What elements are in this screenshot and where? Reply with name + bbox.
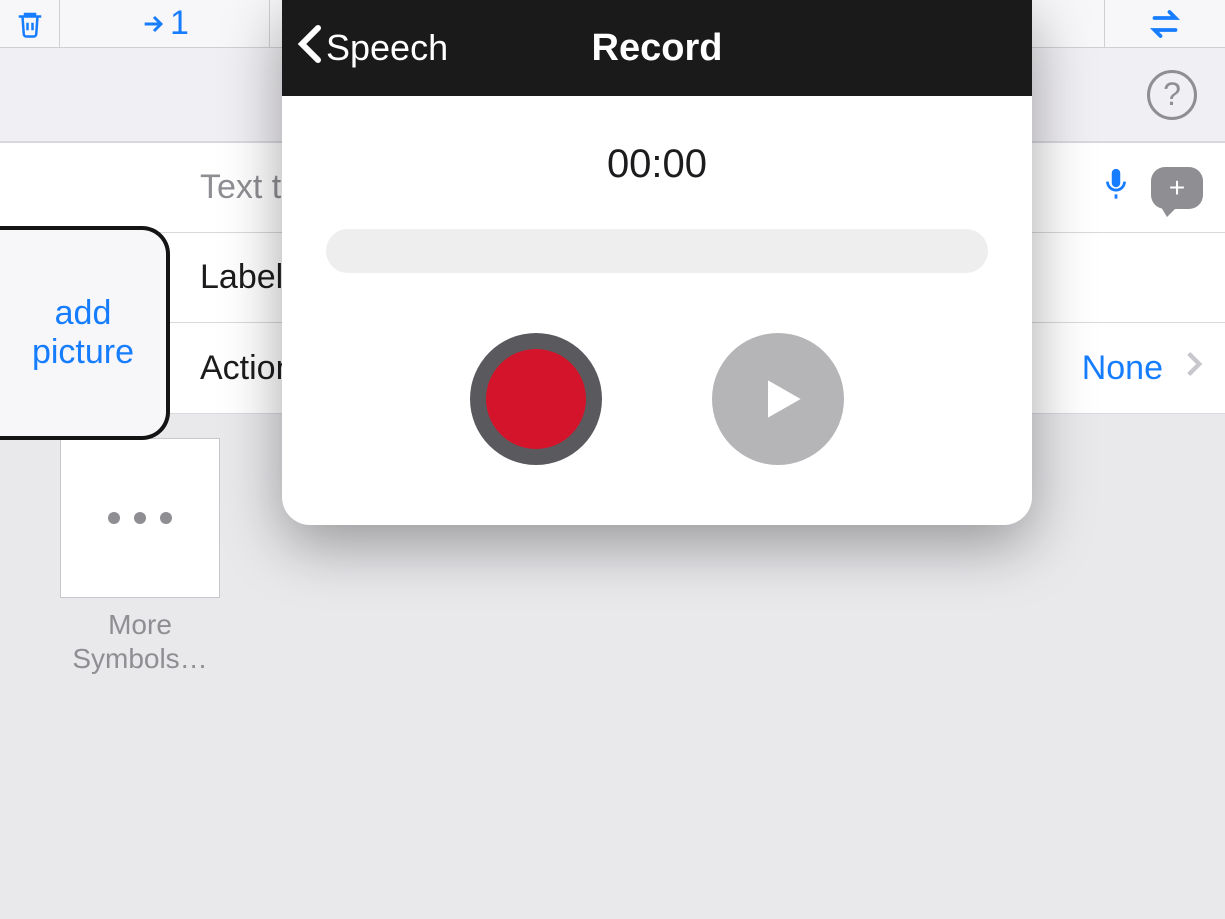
add-picture-label: add picture bbox=[32, 294, 134, 372]
record-modal: Speech Record 00:00 bbox=[282, 0, 1032, 525]
question-icon: ? bbox=[1163, 76, 1181, 113]
more-symbols-caption: More Symbols… bbox=[60, 608, 220, 675]
step-label: 1 bbox=[170, 4, 189, 43]
trash-icon bbox=[15, 7, 45, 41]
delete-button[interactable] bbox=[0, 0, 60, 48]
play-button[interactable] bbox=[712, 333, 844, 465]
plus-icon: + bbox=[1169, 172, 1185, 204]
chevron-left-icon bbox=[296, 24, 324, 73]
record-progress bbox=[326, 229, 988, 273]
actions-value: None bbox=[1082, 349, 1163, 388]
chevron-right-icon bbox=[1185, 350, 1203, 386]
dot-icon bbox=[134, 512, 146, 524]
modal-controls bbox=[322, 333, 992, 465]
step-button[interactable]: 1 bbox=[60, 0, 270, 48]
dot-icon bbox=[108, 512, 120, 524]
add-speech-bubble-button[interactable]: + bbox=[1151, 167, 1203, 209]
add-picture-button[interactable]: add picture bbox=[0, 226, 170, 440]
record-button[interactable] bbox=[470, 333, 602, 465]
more-symbols-box bbox=[60, 438, 220, 598]
play-icon bbox=[754, 371, 810, 427]
swap-button[interactable] bbox=[1105, 0, 1225, 48]
back-label: Speech bbox=[326, 27, 448, 69]
label-row-label: Label bbox=[200, 258, 283, 297]
actions-row-label: Action bbox=[200, 349, 295, 388]
arrow-right-icon bbox=[140, 10, 168, 38]
more-symbols-tile[interactable]: More Symbols… bbox=[60, 438, 220, 675]
microphone-icon[interactable] bbox=[1099, 161, 1133, 214]
swap-arrows-icon bbox=[1142, 6, 1188, 42]
record-icon bbox=[486, 349, 586, 449]
dot-icon bbox=[160, 512, 172, 524]
back-button[interactable]: Speech bbox=[282, 24, 448, 73]
text-to-speak-label: Text t bbox=[200, 168, 281, 207]
modal-body: 00:00 bbox=[282, 96, 1032, 525]
record-timer: 00:00 bbox=[322, 142, 992, 187]
help-button[interactable]: ? bbox=[1147, 70, 1197, 120]
modal-header: Speech Record bbox=[282, 0, 1032, 96]
